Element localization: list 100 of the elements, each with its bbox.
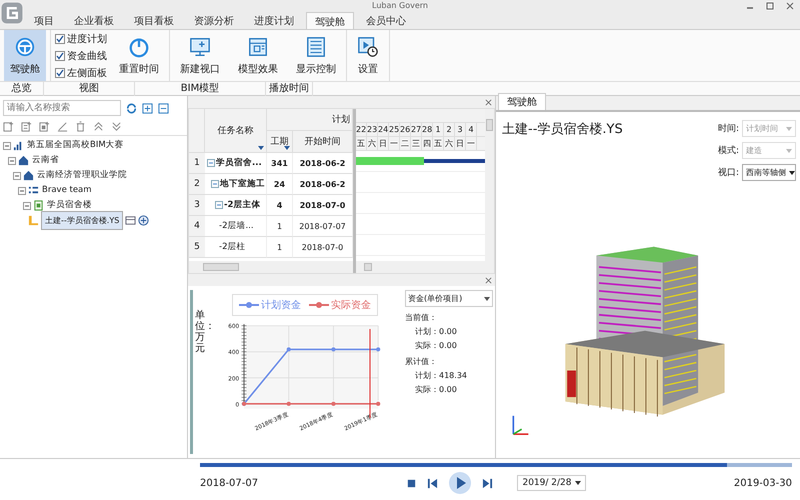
add-file-icon[interactable] xyxy=(39,121,50,132)
ribbon-tab[interactable]: 驾驶舱 xyxy=(306,12,354,29)
weekday-header: 五 xyxy=(433,137,444,150)
steering-wheel-icon xyxy=(14,36,36,58)
date-picker[interactable]: 2019/ 2/28 xyxy=(517,475,586,491)
row-number: 2 xyxy=(189,174,205,195)
corner-icon xyxy=(28,215,39,226)
move-down-icon[interactable] xyxy=(111,121,122,132)
ribbon-button[interactable]: 驾驶舱 xyxy=(4,30,46,81)
expand-all-icon[interactable] xyxy=(142,102,153,114)
column-header[interactable]: 任务名称 xyxy=(205,109,267,153)
stop-icon[interactable] xyxy=(406,478,418,488)
scrollbar-thumb[interactable] xyxy=(203,263,239,271)
tree-toggle-icon[interactable] xyxy=(13,172,21,180)
column-header[interactable]: 工期 xyxy=(267,131,293,153)
sort-icon[interactable] xyxy=(284,146,290,150)
tree-item[interactable]: 云南省 xyxy=(31,154,60,167)
tree-toggle-icon[interactable] xyxy=(3,142,11,150)
ribbon-tab[interactable]: 项目 xyxy=(26,12,62,29)
ribbon-button[interactable]: 设置 xyxy=(351,30,385,81)
day-header: 23 xyxy=(367,123,378,136)
document-icon xyxy=(33,200,44,211)
row-number: 1 xyxy=(189,153,205,174)
table-cell: 1 xyxy=(267,216,293,237)
ribbon-button[interactable]: 模型效果 xyxy=(232,30,284,81)
ribbon-button[interactable]: 显示控制 xyxy=(290,30,342,81)
ribbon-tab[interactable]: 资源分析 xyxy=(186,12,242,29)
ribbon-tab[interactable]: 会员中心 xyxy=(358,12,414,29)
ribbon-tab[interactable]: 项目看板 xyxy=(126,12,182,29)
add-node-icon[interactable] xyxy=(3,121,14,132)
tree-item[interactable]: 第五届全国高校BIM大赛 xyxy=(26,139,125,152)
close-icon[interactable] xyxy=(786,2,794,10)
model-title: 土建--学员宿舍楼.YS xyxy=(502,121,623,139)
scrollbar-thumb[interactable] xyxy=(486,119,493,131)
table-cell: 341 xyxy=(267,153,293,174)
collapse-icon[interactable] xyxy=(207,159,215,167)
panel-tab[interactable]: 驾驶舱 xyxy=(498,93,546,110)
dropdown-arrow-icon xyxy=(786,148,792,152)
checkbox-label: 左侧面板 xyxy=(67,66,107,80)
tree-item[interactable]: 学员宿舍楼 xyxy=(46,199,93,212)
collapse-icon[interactable] xyxy=(211,180,219,188)
day-header: 3 xyxy=(455,123,466,136)
play-icon[interactable] xyxy=(448,471,472,495)
ribbon-button[interactable]: 新建视口 xyxy=(174,30,226,81)
tree-item[interactable]: 土建--学员宿舍楼.YS xyxy=(41,211,123,230)
stat-value: 计划：0.00 xyxy=(414,326,458,337)
checkbox[interactable] xyxy=(55,68,65,78)
collapse-all-icon[interactable] xyxy=(158,102,169,114)
edit-icon[interactable] xyxy=(57,121,68,132)
close-icon[interactable] xyxy=(485,276,492,284)
dropdown-arrow-icon xyxy=(786,126,792,130)
day-header: 1 xyxy=(433,123,444,136)
ribbon-tab[interactable]: 进度计划 xyxy=(246,12,302,29)
tree-toggle-icon[interactable] xyxy=(18,186,26,194)
ribbon-button[interactable]: 重置时间 xyxy=(113,30,165,81)
stat-value: 实际：0.00 xyxy=(414,340,458,351)
play-clock-icon xyxy=(357,36,379,58)
add-child-icon[interactable] xyxy=(21,121,32,132)
table-cell: 1 xyxy=(267,237,293,258)
tree-item[interactable]: Brave team xyxy=(41,184,114,197)
collapse-icon[interactable] xyxy=(215,201,223,209)
house-icon xyxy=(23,170,34,181)
checkbox[interactable] xyxy=(55,50,65,60)
ribbon-tab[interactable]: 企业看板 xyxy=(66,12,122,29)
weekday-header: 六 xyxy=(367,137,378,150)
field-label: 模式: xyxy=(718,144,739,157)
close-icon[interactable] xyxy=(485,98,492,106)
stat-value: 实际：0.00 xyxy=(414,384,458,395)
window-title: Luban Govern xyxy=(372,1,428,11)
stat-heading: 当前值： xyxy=(405,312,438,323)
window-layout-icon xyxy=(247,36,269,58)
maximize-icon[interactable] xyxy=(766,2,774,10)
row-number: 4 xyxy=(189,216,205,237)
table-icon[interactable] xyxy=(124,215,136,226)
previous-icon[interactable] xyxy=(427,478,438,488)
sort-icon[interactable] xyxy=(258,146,264,150)
day-header: 26 xyxy=(400,123,411,136)
tree-toggle-icon[interactable] xyxy=(8,156,16,164)
tree-item[interactable]: 云南经济管理职业学院 xyxy=(36,169,128,182)
trash-icon[interactable] xyxy=(75,121,86,132)
gantt-bar[interactable] xyxy=(356,159,485,163)
circle-plus-icon[interactable] xyxy=(138,215,149,226)
weekday-header: 六 xyxy=(444,137,455,150)
fund-type-dropdown[interactable]: 资金(单价项目) xyxy=(405,290,493,307)
refresh-icon[interactable] xyxy=(126,102,137,114)
next-icon[interactable] xyxy=(482,478,494,488)
row-number: 5 xyxy=(189,237,205,258)
stat-value: 计划：418.34 xyxy=(414,370,468,381)
bar-chart-icon xyxy=(13,140,24,151)
day-header: 22 xyxy=(356,123,367,136)
move-up-icon[interactable] xyxy=(93,121,104,132)
weekday-header: 一 xyxy=(389,137,400,150)
checkbox[interactable] xyxy=(55,34,65,44)
tree-toggle-icon[interactable] xyxy=(23,202,31,210)
scrollbar-thumb[interactable] xyxy=(364,263,372,271)
search-field[interactable]: 请输入名称搜索 xyxy=(3,100,121,116)
day-header: 2 xyxy=(444,123,455,136)
weekday-header: 一 xyxy=(466,137,477,150)
select-field[interactable]: 西南等轴侧 xyxy=(742,164,796,181)
checkbox-label: 进度计划 xyxy=(67,32,107,46)
